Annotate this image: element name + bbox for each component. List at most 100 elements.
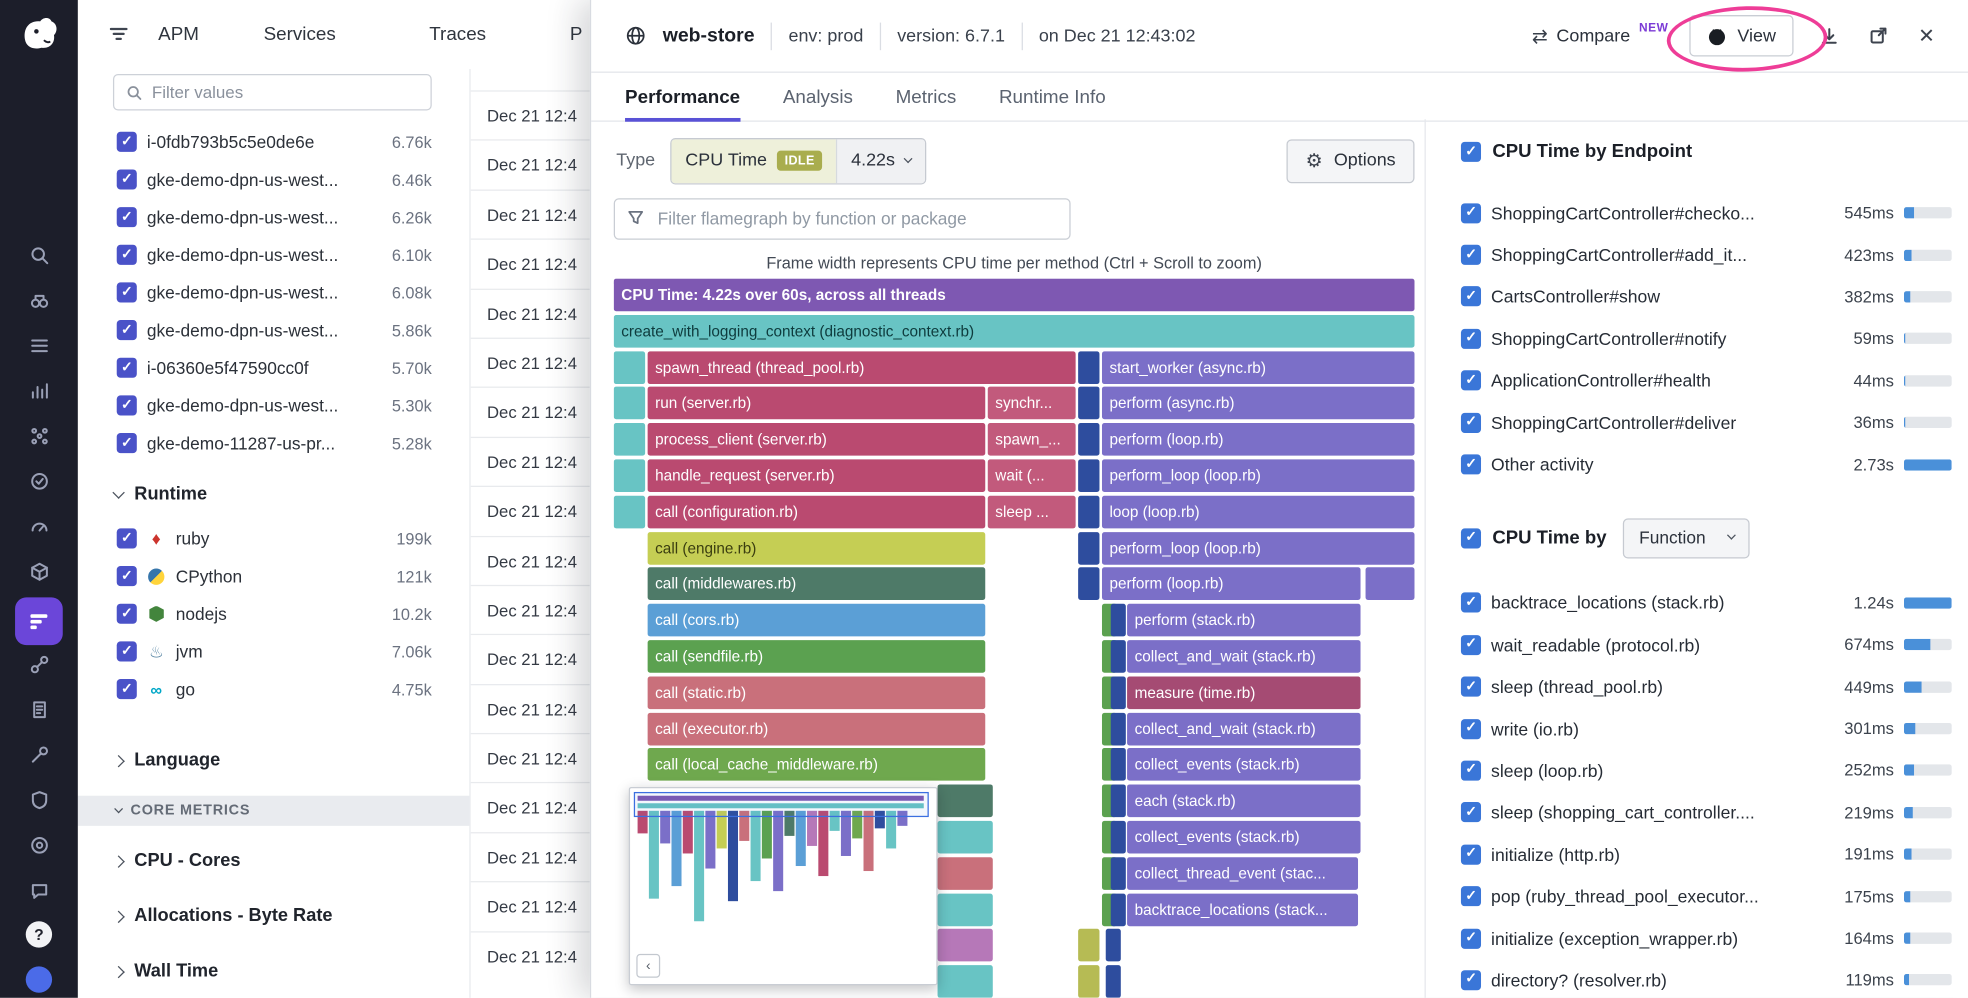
flame-frame[interactable]: call (executor.rb) (648, 712, 986, 745)
profile-timestamp-row[interactable]: Dec 21 12:4 (471, 486, 590, 535)
checkbox[interactable]: ✓ (1461, 886, 1481, 906)
flame-frame[interactable]: create_with_logging_context (diagnostic_… (614, 315, 1415, 348)
checkbox[interactable]: ✓ (117, 641, 137, 661)
open-in-new-button[interactable] (1864, 22, 1892, 50)
flame-frame[interactable]: collect_thread_event (stac... (1127, 857, 1358, 890)
host-filter-row[interactable]: ✓gke-demo-dpn-us-west...5.86k (78, 311, 470, 349)
endpoint-row[interactable]: ✓ShoppingCartController#deliver36ms (1442, 402, 1968, 444)
flame-frame[interactable] (1106, 965, 1121, 997)
metric-section-allocations-byte-rate[interactable]: Allocations - Byte Rate (78, 889, 470, 944)
flame-frame[interactable]: collect_and_wait (stack.rb) (1127, 640, 1360, 673)
flame-frame[interactable] (1106, 929, 1121, 962)
flame-frame[interactable] (938, 929, 993, 962)
function-row[interactable]: ✓directory? (resolver.rb)119ms (1442, 959, 1968, 998)
tab-runtime-info[interactable]: Runtime Info (999, 73, 1106, 121)
flame-frame[interactable]: perform (loop.rb) (1102, 568, 1361, 601)
endpoint-row[interactable]: ✓Other activity2.73s (1442, 443, 1968, 485)
filter-values-search[interactable]: Filter values (113, 74, 432, 110)
checkbox[interactable]: ✓ (1461, 203, 1481, 223)
flame-frame[interactable] (1078, 929, 1099, 962)
endpoint-row[interactable]: ✓ShoppingCartController#notify59ms (1442, 318, 1968, 360)
filter-list-icon[interactable] (107, 23, 130, 52)
flame-frame[interactable]: call (middlewares.rb) (648, 568, 986, 601)
flame-frame[interactable]: spawn_... (988, 423, 1076, 456)
compare-button[interactable]: ⇄ Compare NEW (1532, 24, 1669, 47)
runtime-section-header[interactable]: Runtime (78, 477, 470, 512)
host-filter-row[interactable]: ✓gke-demo-dpn-us-west...6.46k (78, 161, 470, 199)
runtime-filter-row[interactable]: ✓♨jvm7.06k (78, 633, 470, 671)
flame-frame[interactable] (614, 351, 645, 384)
checkbox[interactable]: ✓ (117, 604, 137, 624)
datadog-logo[interactable] (15, 10, 63, 64)
profile-timestamp-row[interactable]: Dec 21 12:4 (471, 733, 590, 782)
monitors-icon[interactable] (25, 467, 53, 495)
host-filter-row[interactable]: ✓gke-demo-dpn-us-west...6.10k (78, 236, 470, 274)
profile-timestamp-row[interactable]: Dec 21 12:4 (471, 634, 590, 683)
checkbox[interactable]: ✓ (117, 566, 137, 586)
profile-timestamp-row[interactable]: Dec 21 12:4 (471, 338, 590, 387)
processes-icon[interactable] (25, 422, 53, 450)
checkbox[interactable]: ✓ (1461, 142, 1481, 162)
checkbox[interactable]: ✓ (1461, 371, 1481, 391)
nav-item-services[interactable]: Services (264, 24, 336, 45)
profile-timestamp-row[interactable]: Dec 21 12:4 (471, 140, 590, 189)
watchdog-icon[interactable] (25, 286, 53, 314)
checkbox[interactable]: ✓ (1461, 528, 1481, 548)
minimap-collapse-button[interactable]: ‹ (636, 954, 660, 978)
checkbox[interactable]: ✓ (117, 679, 137, 699)
checkbox[interactable]: ✓ (117, 207, 137, 227)
flame-frame[interactable]: call (sendfile.rb) (648, 640, 986, 673)
chat-icon[interactable] (25, 876, 53, 904)
checkbox[interactable]: ✓ (1461, 719, 1481, 739)
flame-frame[interactable]: CPU Time: 4.22s over 60s, across all thr… (614, 279, 1415, 312)
profile-timestamp-row[interactable]: Dec 21 12:4 (471, 783, 590, 832)
minimap-viewport[interactable] (634, 792, 929, 817)
flame-frame[interactable]: sleep ... (988, 496, 1076, 529)
checkbox[interactable]: ✓ (1461, 802, 1481, 822)
flame-frame[interactable] (1078, 496, 1099, 529)
tables-icon[interactable] (25, 331, 53, 359)
nav-item-apm[interactable]: APM (158, 24, 199, 45)
flame-frame[interactable] (614, 423, 645, 456)
metric-section-cpu-cores[interactable]: CPU - Cores (78, 833, 470, 888)
checkbox[interactable]: ✓ (1461, 970, 1481, 990)
help-icon[interactable]: ? (26, 921, 52, 947)
host-filter-row[interactable]: ✓gke-demo-dpn-us-west...6.26k (78, 198, 470, 236)
breakdown-by-select[interactable]: Function (1623, 518, 1750, 558)
rum-icon[interactable] (25, 831, 53, 859)
flame-frame[interactable] (938, 821, 993, 854)
flame-frame[interactable]: run (server.rb) (648, 387, 986, 420)
flame-frame[interactable]: call (cors.rb) (648, 604, 986, 637)
flame-frame[interactable] (1111, 893, 1126, 926)
checkbox[interactable]: ✓ (1461, 412, 1481, 432)
function-row[interactable]: ✓pop (ruby_thread_pool_executor...175ms (1442, 875, 1968, 917)
flame-frame[interactable] (1078, 568, 1099, 601)
flame-frame[interactable]: collect_events (stack.rb) (1127, 821, 1360, 854)
view-button[interactable]: View (1690, 15, 1794, 56)
ci-icon[interactable] (25, 741, 53, 769)
flame-frame[interactable]: backtrace_locations (stack... (1127, 893, 1358, 926)
flame-frame[interactable]: measure (time.rb) (1127, 676, 1360, 709)
flame-frame[interactable]: call (engine.rb) (648, 532, 986, 565)
flame-frame[interactable]: loop (loop.rb) (1102, 496, 1415, 529)
flame-frame[interactable] (1078, 965, 1099, 997)
nav-item-profiles[interactable]: P (570, 24, 583, 45)
flame-frame[interactable] (1111, 604, 1126, 637)
nav-item-traces[interactable]: Traces (429, 24, 486, 45)
flame-frame[interactable] (1111, 857, 1126, 890)
core-metrics-header[interactable]: CORE METRICS (78, 796, 470, 826)
checkbox[interactable]: ✓ (1461, 287, 1481, 307)
options-button[interactable]: ⚙ Options (1287, 139, 1415, 183)
flame-frame[interactable]: perform (loop.rb) (1102, 423, 1415, 456)
endpoint-row[interactable]: ✓CartsController#show382ms (1442, 276, 1968, 318)
flame-frame[interactable]: handle_request (server.rb) (648, 459, 986, 492)
flame-frame[interactable]: spawn_thread (thread_pool.rb) (648, 351, 1076, 384)
endpoint-row[interactable]: ✓ShoppingCartController#checko...545ms (1442, 192, 1968, 234)
logs-icon[interactable] (25, 695, 53, 723)
flame-frame[interactable]: each (stack.rb) (1127, 785, 1360, 818)
flame-frame[interactable] (1111, 749, 1126, 782)
checkbox[interactable]: ✓ (117, 320, 137, 340)
flame-frame[interactable]: synchr... (988, 387, 1076, 420)
flame-frame[interactable] (1078, 387, 1099, 420)
flame-frame[interactable] (1111, 785, 1126, 818)
